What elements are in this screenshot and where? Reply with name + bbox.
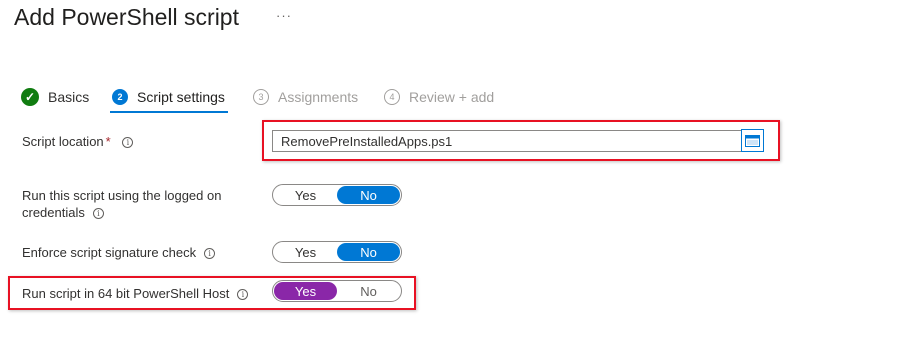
page-title: Add PowerShell script <box>14 4 239 30</box>
info-icon[interactable]: i <box>122 137 134 149</box>
folder-icon <box>745 135 760 147</box>
step-script-settings[interactable]: 2 Script settings <box>112 86 225 108</box>
script-location-input[interactable] <box>272 130 752 152</box>
yes-option[interactable]: Yes <box>274 282 337 300</box>
signature-check-label: Enforce script signature check i <box>22 244 216 261</box>
no-option[interactable]: No <box>337 186 400 204</box>
yes-option[interactable]: Yes <box>274 186 337 204</box>
checkmark-icon: ✓ <box>21 88 39 106</box>
signature-check-toggle[interactable]: Yes No <box>272 241 402 263</box>
info-icon[interactable]: i <box>237 289 249 301</box>
run-64bit-label: Run script in 64 bit PowerShell Host i <box>22 285 249 302</box>
logged-on-credentials-toggle[interactable]: Yes No <box>272 184 402 206</box>
yes-option[interactable]: Yes <box>274 243 337 261</box>
step-label: Review + add <box>409 89 495 105</box>
more-options-button[interactable]: ··· <box>276 8 292 23</box>
step-number-badge: 4 <box>384 89 400 105</box>
no-option[interactable]: No <box>337 282 400 300</box>
info-icon[interactable]: i <box>204 248 216 260</box>
logged-on-credentials-label: Run this script using the logged on cred… <box>22 188 222 220</box>
step-label: Script settings <box>137 89 225 105</box>
info-icon[interactable]: i <box>92 208 104 220</box>
step-basics[interactable]: ✓ Basics <box>21 86 89 108</box>
step-label: Assignments <box>278 89 359 105</box>
step-number-badge: 2 <box>112 89 128 105</box>
no-option[interactable]: No <box>337 243 400 261</box>
step-label: Basics <box>48 89 90 105</box>
step-assignments[interactable]: 3 Assignments <box>253 86 358 108</box>
script-location-label: Script location * i <box>22 133 134 150</box>
active-step-underline <box>110 111 228 113</box>
step-review-add[interactable]: 4 Review + add <box>384 86 494 108</box>
run-64bit-toggle[interactable]: Yes No <box>272 280 402 302</box>
browse-file-button[interactable] <box>741 129 764 152</box>
required-asterisk: * <box>105 134 111 149</box>
step-number-badge: 3 <box>253 89 269 105</box>
